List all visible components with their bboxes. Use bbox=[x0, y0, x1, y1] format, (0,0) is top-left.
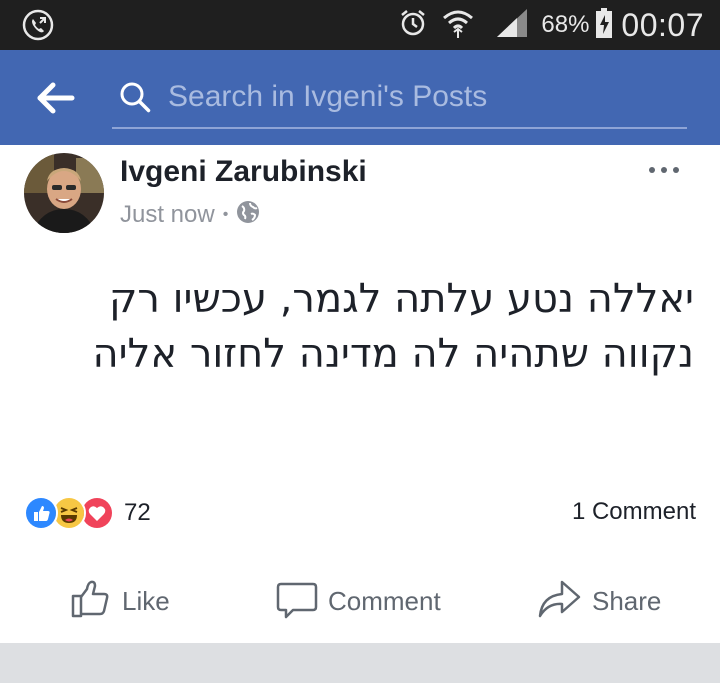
status-bar: 68% 00:07 bbox=[0, 0, 720, 50]
comment-label: Comment bbox=[328, 586, 441, 616]
battery-percent: 68% bbox=[541, 11, 590, 38]
post-author[interactable]: Ivgeni Zarubinski bbox=[120, 155, 367, 189]
alarm-icon bbox=[397, 7, 429, 44]
battery-charging-icon bbox=[595, 7, 613, 44]
thumbs-up-icon bbox=[70, 578, 112, 625]
comment-count[interactable]: 1 Comment bbox=[572, 498, 696, 526]
clock: 00:07 bbox=[621, 6, 704, 43]
share-arrow-icon bbox=[538, 578, 582, 625]
meta-separator: • bbox=[222, 205, 229, 223]
like-reaction-icon bbox=[24, 496, 58, 530]
signal-icon bbox=[495, 7, 529, 44]
share-label: Share bbox=[592, 586, 662, 616]
comment-bubble-icon bbox=[276, 578, 318, 625]
share-button[interactable]: Share bbox=[538, 578, 661, 625]
like-label: Like bbox=[122, 586, 170, 616]
avatar[interactable] bbox=[24, 153, 104, 233]
like-button[interactable]: Like bbox=[70, 578, 170, 625]
more-options-icon[interactable] bbox=[646, 160, 686, 180]
search-header: Search in Ivgeni's Posts bbox=[0, 50, 720, 145]
comment-button[interactable]: Comment bbox=[276, 578, 441, 625]
back-arrow-icon[interactable] bbox=[36, 80, 76, 116]
search-icon bbox=[118, 80, 152, 114]
post-meta: Just now • bbox=[120, 200, 260, 229]
globe-icon bbox=[236, 200, 260, 229]
phone-call-icon bbox=[22, 9, 54, 41]
post-actions: Like Comment Share bbox=[0, 570, 720, 630]
search-underline bbox=[112, 127, 687, 129]
reactions-summary[interactable]: 72 bbox=[24, 496, 151, 530]
reaction-count: 72 bbox=[124, 499, 151, 526]
wifi-icon bbox=[441, 6, 475, 45]
post-text: יאללה נטע עלתה לגמר, עכשיו רק נקווה שתהי… bbox=[92, 276, 694, 377]
search-input[interactable]: Search in Ivgeni's Posts bbox=[168, 80, 487, 114]
post-timestamp[interactable]: Just now bbox=[120, 201, 215, 229]
feed-divider bbox=[0, 643, 720, 683]
status-icons: 68% 00:07 bbox=[397, 0, 720, 50]
